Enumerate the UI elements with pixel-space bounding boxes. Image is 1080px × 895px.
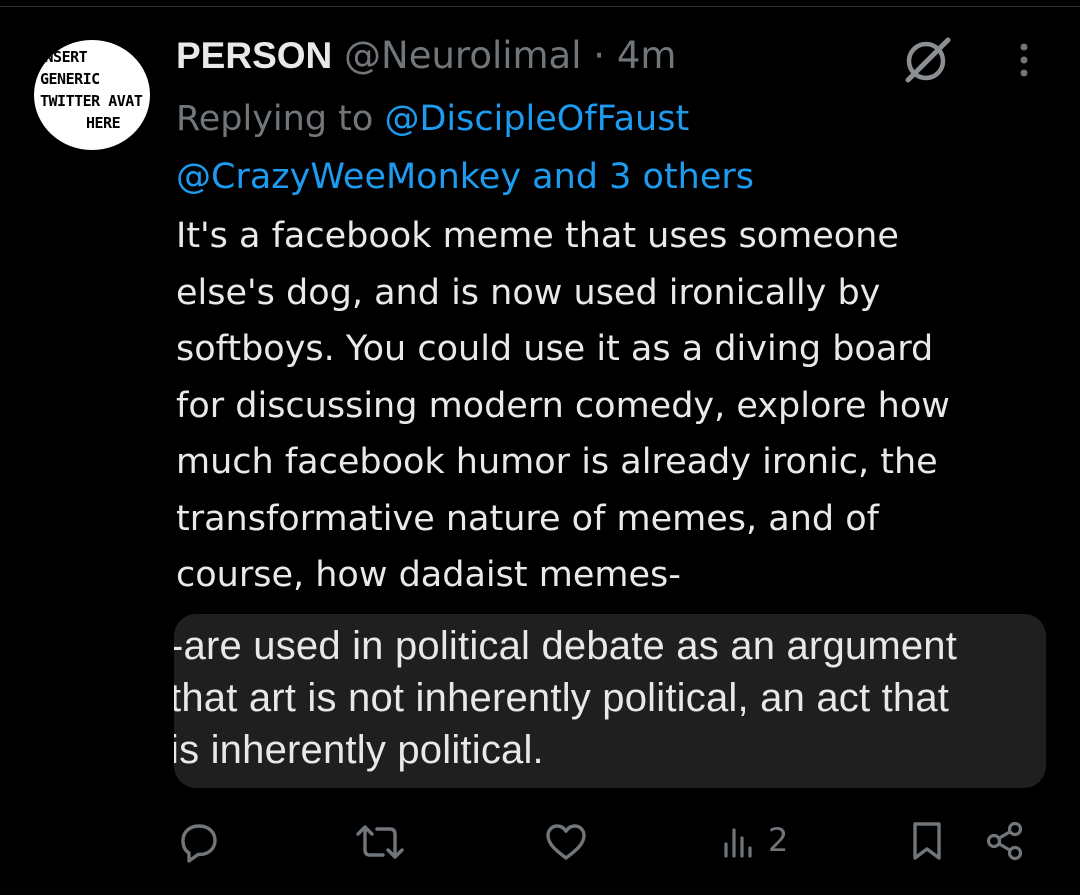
tweet-header: PERSON @Neurolimal · 4m <box>176 32 676 80</box>
reply-icon[interactable] <box>178 821 220 863</box>
tweet-text-line: else's dog, and is now used ironically b… <box>176 272 881 313</box>
avatar-line: HERE <box>86 114 121 132</box>
views-count: 2 <box>768 821 789 859</box>
tweet-text-line: It's a facebook meme that uses someone <box>176 216 899 256</box>
tweet-text-line: course, how dadaist memes- <box>176 555 681 595</box>
user-handle[interactable]: @Neurolimal <box>344 34 581 77</box>
reply-mention-link[interactable]: @DiscipleOfFaust <box>384 99 689 139</box>
tweet-text: It's a facebook meme that uses someone e… <box>176 208 1056 604</box>
pasted-text: -are used in political debate as an argu… <box>174 620 957 776</box>
avatar-line: INSERT <box>36 48 88 66</box>
tweet-text-line: softboys. You could use it as a diving b… <box>176 329 934 369</box>
display-name[interactable]: PERSON <box>176 35 332 76</box>
bookmark-icon[interactable] <box>910 820 944 862</box>
replying-to: Replying to @DiscipleOfFaust @CrazyWeeMo… <box>176 90 754 206</box>
timestamp[interactable]: 4m <box>617 34 677 77</box>
tweet-text-line: much facebook humor is already ironic, t… <box>176 442 938 482</box>
separator-dot: · <box>593 34 606 77</box>
pasted-text-line: that art is not inherently political, an… <box>174 676 950 720</box>
replying-to-prefix: Replying to <box>176 99 385 139</box>
views-icon[interactable] <box>720 822 760 862</box>
tweet-text-line: for discussing modern comedy, explore ho… <box>176 385 950 426</box>
more-options-icon[interactable] <box>1014 42 1034 80</box>
pasted-text-image: -are used in political debate as an argu… <box>174 614 1046 788</box>
avatar-line: GENERIC <box>40 70 100 88</box>
reply-mention-link[interactable]: @CrazyWeeMonkey and 3 others <box>176 157 754 197</box>
grok-icon[interactable] <box>900 34 956 86</box>
top-divider <box>0 6 1080 7</box>
share-icon[interactable] <box>984 820 1026 862</box>
pasted-text-line: is inherently political. <box>174 728 544 772</box>
avatar-placeholder-text: INSERT GENERIC TWITTER AVAT HERE <box>36 46 150 134</box>
retweet-icon[interactable] <box>354 822 406 862</box>
tweet-text-line: transformative nature of memes, and of <box>176 498 879 539</box>
like-icon[interactable] <box>544 822 588 862</box>
avatar-line: TWITTER AVAT <box>40 92 143 110</box>
pasted-text-line: -are used in political debate as an argu… <box>174 624 958 668</box>
avatar[interactable]: INSERT GENERIC TWITTER AVAT HERE <box>34 40 150 150</box>
